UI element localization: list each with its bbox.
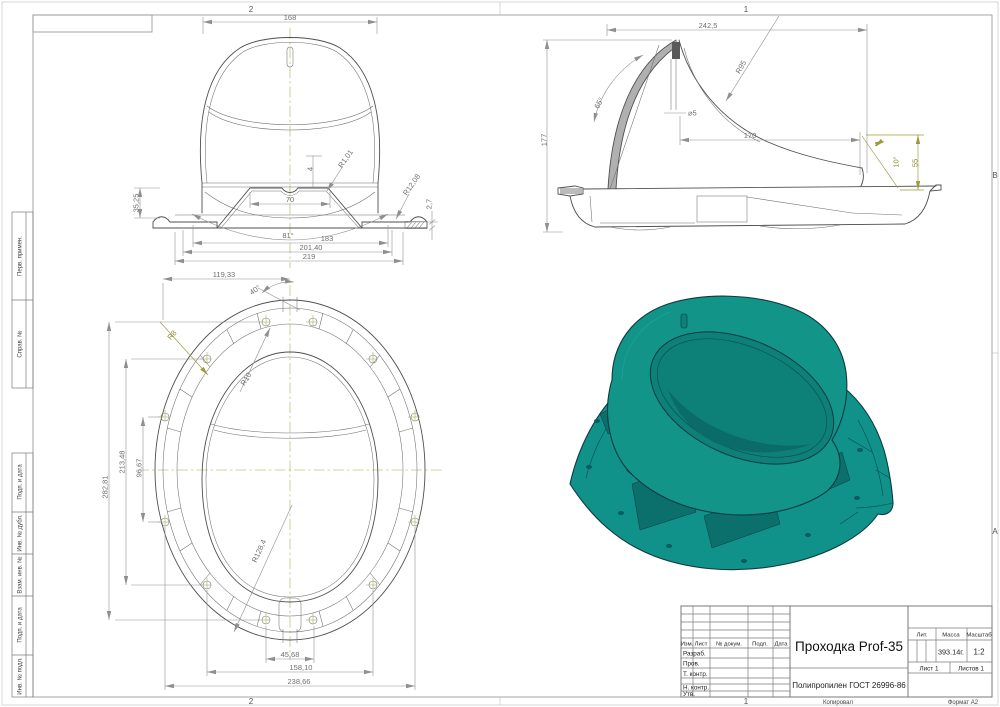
dim-40deg: 40° <box>248 283 262 297</box>
dim-r95: R95 <box>734 59 749 75</box>
dim-183: 183 <box>321 234 334 243</box>
front-view: 168 35,25 70 4 R1,01 R12,08 2,7 81° 183 … <box>132 13 439 268</box>
dim-201-40: 201,40 <box>300 243 323 252</box>
zone-number-bottom-right: 1 <box>744 697 749 706</box>
dim-65deg: 65° <box>592 96 605 110</box>
stamp-perv-primen: Перв. примен. <box>18 236 24 276</box>
dim-119-33: 119,33 <box>213 270 235 279</box>
dim-55: 55 <box>911 159 920 167</box>
tb-lit-label: Лит. <box>917 633 928 639</box>
dim-158-10: 158,10 <box>290 663 313 672</box>
tb-sheet: Лист 1 <box>920 666 939 673</box>
dim-81deg: 81° <box>282 231 293 240</box>
zone-letter-lower: A <box>992 527 998 536</box>
sheet-frame: 2 1 2 1 B A Копировал Формат А2 <box>2 2 998 706</box>
dim-170: 170 <box>744 131 757 140</box>
dim-70: 70 <box>286 195 294 204</box>
stamp-vzam-inv: Взам. инв. № <box>17 556 24 593</box>
part-title: Проходка Prof-35 <box>795 639 903 654</box>
dim-r128-4: R128,4 <box>250 538 268 564</box>
zone-number-top-right: 1 <box>744 5 749 14</box>
side-view: 242,5 177 65° R95 ⌀5 170 10° 55 <box>540 16 942 232</box>
dim-96-67: 96,67 <box>135 459 144 478</box>
dim-177: 177 <box>540 134 549 147</box>
corner-stamp-box <box>33 15 152 32</box>
stamp-inv-dubl: Инв. № дубл. <box>17 514 24 551</box>
dim-2-7: 2,7 <box>425 199 434 209</box>
zone-number-top-left: 2 <box>249 5 254 14</box>
tb-col-data: Дата <box>774 642 788 648</box>
stamp-inv-podl: Инв. № подл. <box>17 657 24 695</box>
dim-219: 219 <box>303 252 316 261</box>
tb-row-tkontr: Т. контр. <box>683 671 708 678</box>
tb-col-podp: Подп. <box>752 642 768 648</box>
tb-col-doc: № докум. <box>716 641 742 648</box>
cad-drawing: 2 1 2 1 B A Копировал Формат А2 Перв. пр… <box>0 0 1000 707</box>
margin-stamps: Перв. примен. Справ. № Подп. и дата Инв.… <box>12 212 33 697</box>
stamp-podp-data-2: Подп. и дата <box>18 607 24 643</box>
top-view: 119,33 40° R8 R10 282,81 213,48 96,67 R1… <box>101 270 443 690</box>
dim-242-5: 242,5 <box>699 21 718 30</box>
part-material: Полипропилен ГОСТ 26996-86 <box>792 681 906 690</box>
dim-r1-01: R1,01 <box>336 148 355 170</box>
copied-label: Копировал <box>823 700 854 706</box>
dim-35-25: 35,25 <box>132 194 141 213</box>
zone-number-bottom-left: 2 <box>249 697 254 706</box>
stamp-sprav-no: Справ. № <box>17 330 24 357</box>
collar-slot <box>681 314 687 328</box>
tb-row-razrab: Разраб. <box>683 650 706 658</box>
iso-view-3d <box>570 296 893 570</box>
zone-letter-upper: B <box>992 171 997 180</box>
format-label: Формат А2 <box>948 700 979 706</box>
title-block: Изм. Лист № докум. Подп. Дата Разраб. Пр… <box>681 606 993 698</box>
dim-r12-08: R12,08 <box>401 172 422 197</box>
dim-4: 4 <box>306 167 315 171</box>
dim-dia5: ⌀5 <box>688 109 697 118</box>
screw-hatch <box>405 222 427 229</box>
tb-col-list: Лист <box>695 642 708 648</box>
tb-scale-value: 1:2 <box>973 648 985 657</box>
tb-mass-value: 393.14г. <box>938 648 964 657</box>
stamp-podp-data-1: Подп. и дата <box>18 464 24 500</box>
tb-row-prov: Пров. <box>683 661 700 668</box>
tb-sheets: Листов 1 <box>958 666 984 673</box>
dim-213-48: 213,48 <box>118 451 127 474</box>
tb-mass-label: Масса <box>942 633 960 639</box>
dim-10deg: 10° <box>892 156 901 167</box>
tb-scale-label: Масштаб <box>966 633 992 639</box>
tb-col-izm: Изм. <box>681 642 694 648</box>
dim-238-66: 238,66 <box>288 677 311 686</box>
drawing-sheet: 2 1 2 1 B A Копировал Формат А2 Перв. пр… <box>0 0 1000 707</box>
dim-168: 168 <box>284 13 297 22</box>
dim-45-68: 45,68 <box>281 650 300 659</box>
dim-282-81: 282,81 <box>101 476 110 499</box>
tb-row-utv: Утв. <box>683 691 695 698</box>
